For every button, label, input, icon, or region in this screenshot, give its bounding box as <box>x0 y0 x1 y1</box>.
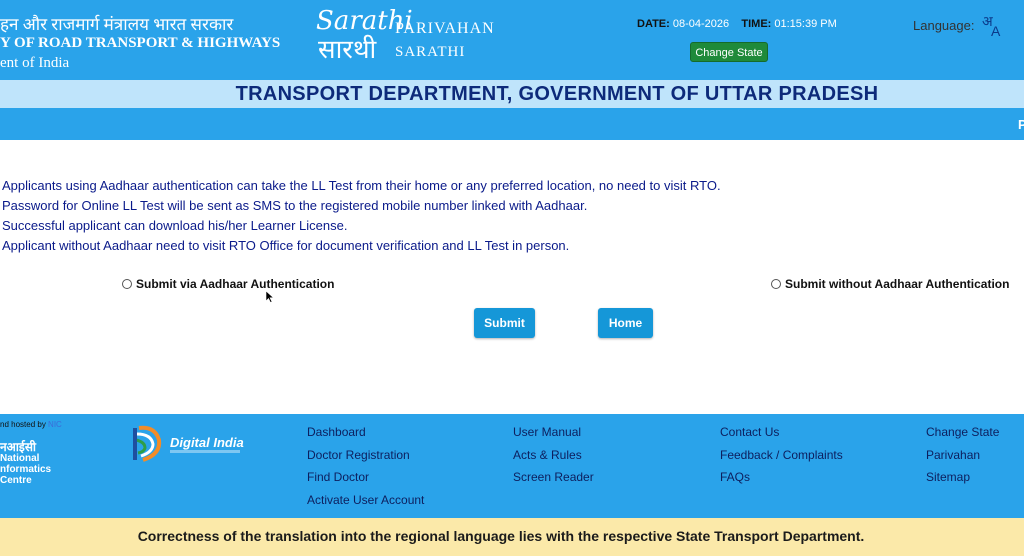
aadhaar-option-label[interactable]: Submit via Aadhaar Authentication <box>136 277 334 291</box>
language-toggle-icon[interactable]: अ A <box>980 12 1004 40</box>
footer-link-faqs[interactable]: FAQs <box>720 466 843 489</box>
nic-logo-hindi: नआईसी <box>0 440 37 454</box>
footer-link-activate-user-account[interactable]: Activate User Account <box>307 489 424 512</box>
footer-link-change-state[interactable]: Change State <box>926 421 999 444</box>
parivahan-logo-title[interactable]: PARIVAHAN <box>395 20 495 38</box>
footer-links-column: User Manual Acts & Rules Screen Reader <box>513 421 594 489</box>
language-label: Language: <box>913 18 975 33</box>
footer-link-parivahan[interactable]: Parivahan <box>926 444 999 467</box>
instruction-line: Successful applicant can download his/he… <box>2 218 348 233</box>
sarathi-logo-subtitle[interactable]: SARATHI <box>395 44 465 61</box>
nic-logo-line: Centre <box>0 475 32 486</box>
hosted-by-text: nd hosted by NIC <box>0 420 62 429</box>
without-aadhaar-option-label[interactable]: Submit without Aadhaar Authentication <box>785 277 1009 291</box>
government-of-india-text: ent of India <box>0 55 70 71</box>
footer-link-sitemap[interactable]: Sitemap <box>926 466 999 489</box>
announcement-marquee: P <box>1018 117 1024 132</box>
department-title: TRANSPORT DEPARTMENT, GOVERNMENT OF UTTA… <box>235 83 879 105</box>
footer-link-find-doctor[interactable]: Find Doctor <box>307 466 424 489</box>
language-english-glyph: A <box>991 23 1001 39</box>
time-value: 01:15:39 PM <box>774 18 837 30</box>
instructions-block: Applicants using Aadhaar authentication … <box>2 176 721 256</box>
digital-india-text: Digital India <box>170 435 244 450</box>
hosted-by-org[interactable]: NIC <box>48 420 62 429</box>
footer-links-column: Change State Parivahan Sitemap <box>926 421 999 489</box>
date-time-display: DATE: 08-04-2026 TIME: 01:15:39 PM <box>637 18 837 30</box>
digital-india-logo[interactable]: Digital India <box>133 420 253 464</box>
department-title-strip: TRANSPORT DEPARTMENT, GOVERNMENT OF UTTA… <box>0 80 1024 108</box>
home-button[interactable]: Home <box>598 308 653 338</box>
digital-india-tagline-bar <box>170 450 240 453</box>
aadhaar-radio-button[interactable] <box>122 279 132 289</box>
change-state-button[interactable]: Change State <box>690 42 768 62</box>
nic-logo-line: nformatics <box>0 464 52 475</box>
instruction-line: Applicant without Aadhaar need to visit … <box>2 238 570 253</box>
submit-button[interactable]: Submit <box>474 308 535 338</box>
hosted-by-prefix: nd hosted by <box>0 420 46 429</box>
disclaimer-bar: Correctness of the translation into the … <box>0 518 1024 556</box>
ministry-name-hindi: हन और राजमार्ग मंत्रालय भारत सरकार <box>0 15 234 34</box>
site-header: हन और राजमार्ग मंत्रालय भारत सरकार Y OF … <box>0 0 1024 80</box>
without-aadhaar-option[interactable]: Submit without Aadhaar Authentication <box>771 277 1009 291</box>
digital-india-emblem-icon <box>133 425 162 462</box>
nic-logo[interactable]: नआईसी National nformatics Centre <box>0 440 52 486</box>
instruction-line: Applicants using Aadhaar authentication … <box>2 178 721 193</box>
nic-logo-line: National <box>0 453 40 464</box>
mouse-cursor-icon <box>266 291 274 303</box>
without-aadhaar-radio-button[interactable] <box>771 279 781 289</box>
ministry-name-english: Y OF ROAD TRANSPORT & HIGHWAYS <box>0 35 281 51</box>
footer-link-contact-us[interactable]: Contact Us <box>720 421 843 444</box>
time-label: TIME: <box>741 18 772 30</box>
instruction-line: Password for Online LL Test will be sent… <box>2 198 588 213</box>
footer-links-column: Contact Us Feedback / Complaints FAQs <box>720 421 843 489</box>
translation-disclaimer: Correctness of the translation into the … <box>137 528 865 544</box>
footer-link-feedback-complaints[interactable]: Feedback / Complaints <box>720 444 843 467</box>
date-value: 08-04-2026 <box>672 18 730 30</box>
date-label: DATE: <box>637 18 670 30</box>
aadhaar-authentication-option[interactable]: Submit via Aadhaar Authentication <box>122 277 334 291</box>
footer-links-column: Dashboard Doctor Registration Find Docto… <box>307 421 424 511</box>
footer-link-screen-reader[interactable]: Screen Reader <box>513 466 594 489</box>
sarathi-logo-hindi[interactable]: सारथी <box>318 36 376 64</box>
footer-link-dashboard[interactable]: Dashboard <box>307 421 424 444</box>
footer-link-doctor-registration[interactable]: Doctor Registration <box>307 444 424 467</box>
announcement-bar: P <box>0 108 1024 140</box>
footer-link-acts-rules[interactable]: Acts & Rules <box>513 444 594 467</box>
footer-link-user-manual[interactable]: User Manual <box>513 421 594 444</box>
